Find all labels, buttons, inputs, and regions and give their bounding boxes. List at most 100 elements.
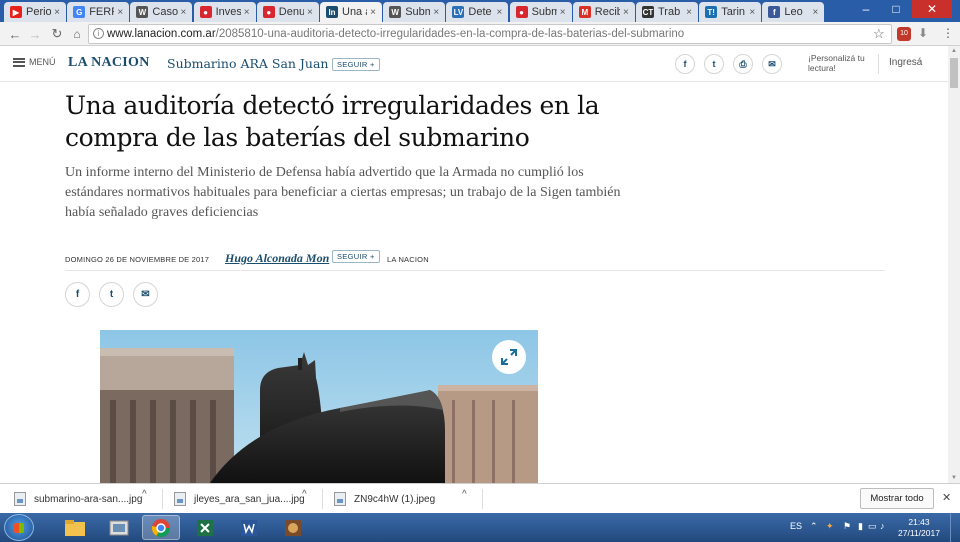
close-tab-icon[interactable]: ×: [433, 7, 439, 18]
clock-time: 21:43: [908, 517, 930, 527]
close-tab-icon[interactable]: ×: [560, 7, 566, 18]
close-window-button[interactable]: ✕: [912, 0, 952, 18]
browser-tab[interactable]: W Caso ×: [130, 2, 193, 22]
start-button[interactable]: [4, 514, 34, 541]
download-item-1[interactable]: submarino-ara-san....jpg: [14, 489, 142, 509]
maximize-button[interactable]: □: [882, 0, 910, 18]
download-item-2[interactable]: jleyes_ara_san_jua....jpg: [174, 489, 305, 509]
close-tab-icon[interactable]: ×: [813, 7, 819, 18]
browser-tab[interactable]: CT Trab ×: [636, 2, 698, 22]
twitter-icon[interactable]: t: [704, 54, 724, 74]
site-logo[interactable]: LA NACION: [68, 55, 150, 71]
close-download-bar-icon[interactable]: ✕: [942, 491, 951, 504]
show-desktop-button[interactable]: [950, 513, 960, 542]
download-options-chevron-icon[interactable]: ^: [302, 489, 307, 500]
word-icon: [241, 519, 257, 536]
network-icon[interactable]: ▭: [868, 521, 877, 532]
address-bar[interactable]: i www.lanacion.com.ar/2085810-una-audito…: [88, 24, 892, 44]
game-taskbar-icon[interactable]: [274, 515, 312, 540]
browser-tab[interactable]: ln Una a×: [320, 2, 382, 22]
print-icon[interactable]: ⎙: [733, 54, 753, 74]
forward-icon[interactable]: →: [26, 25, 44, 43]
menu-button[interactable]: MENÚ: [13, 57, 56, 67]
language-indicator[interactable]: ES: [790, 521, 802, 531]
close-tab-icon[interactable]: ×: [307, 7, 313, 18]
browser-tab[interactable]: W Subm ×: [383, 2, 446, 22]
follow-author-button[interactable]: SEGUIR +: [332, 250, 380, 263]
browser-menu-icon[interactable]: ⋮: [942, 26, 954, 40]
close-tab-icon[interactable]: ×: [749, 7, 755, 18]
bookmark-star-icon[interactable]: ☆: [873, 26, 885, 42]
chrome-taskbar-icon[interactable]: [142, 515, 180, 540]
extension-icon[interactable]: 10: [897, 27, 911, 41]
word-taskbar-icon[interactable]: [230, 515, 268, 540]
personalize-link[interactable]: ¡Personalizá tu lectura!: [808, 53, 872, 73]
browser-tab[interactable]: ● Denu ×: [256, 2, 319, 22]
scroll-up-icon[interactable]: ▲: [951, 48, 957, 54]
tab-label: Recib: [594, 6, 620, 18]
show-hidden-icons[interactable]: ⌃: [810, 521, 818, 532]
browser-tab[interactable]: f Leo ×: [762, 2, 825, 22]
home-icon[interactable]: ⌂: [68, 25, 86, 43]
browser-tab[interactable]: LV Dete ×: [446, 2, 509, 22]
system-clock[interactable]: 21:43 27/11/2017: [898, 517, 940, 539]
close-tab-icon[interactable]: ×: [181, 7, 187, 18]
close-tab-icon[interactable]: ×: [370, 7, 376, 18]
tab-label: FERR: [89, 6, 114, 18]
login-link[interactable]: Ingresá: [889, 57, 922, 68]
mail-icon[interactable]: ✉: [762, 54, 782, 74]
close-tab-icon[interactable]: ×: [686, 7, 692, 18]
close-tab-icon[interactable]: ×: [54, 7, 60, 18]
browser-tab[interactable]: GFERR×: [67, 2, 130, 22]
download-item-3[interactable]: ZN9c4hW (1).jpeg: [334, 489, 435, 509]
scroll-thumb[interactable]: [950, 58, 958, 88]
tab-label: Denu: [278, 6, 304, 18]
close-tab-icon[interactable]: ×: [244, 7, 250, 18]
download-extension-icon[interactable]: ⬇: [918, 26, 928, 40]
article-photo[interactable]: [100, 330, 538, 483]
tray-app-icon[interactable]: ✦: [826, 521, 834, 532]
browser-tab[interactable]: ● Inves ×: [193, 2, 256, 22]
close-tab-icon[interactable]: ×: [117, 7, 123, 18]
download-separator: [322, 489, 323, 509]
wikipedia-icon: W: [136, 6, 149, 18]
section-title[interactable]: Submarino ARA San Juan: [167, 56, 329, 71]
download-bar: submarino-ara-san....jpg ^ jleyes_ara_sa…: [0, 483, 960, 513]
author-link[interactable]: Hugo Alconada Mon: [225, 251, 329, 266]
lavoz-icon: LV: [452, 6, 465, 18]
page-scrollbar[interactable]: ▲ ▼: [948, 46, 960, 483]
facebook-icon[interactable]: f: [675, 54, 695, 74]
share-twitter-icon[interactable]: t: [99, 282, 124, 307]
follow-section-button[interactable]: SEGUIR +: [332, 58, 380, 71]
close-tab-icon[interactable]: ×: [623, 7, 629, 18]
share-mail-icon[interactable]: ✉: [133, 282, 158, 307]
download-separator: [162, 489, 163, 509]
info-icon[interactable]: i: [93, 28, 104, 39]
ambito-icon: ●: [199, 6, 212, 18]
excel-icon: [197, 519, 213, 536]
youtube-icon: ▶: [10, 6, 22, 18]
browser-tab[interactable]: ● Subm ×: [509, 2, 572, 22]
download-options-chevron-icon[interactable]: ^: [142, 489, 147, 500]
show-all-downloads-button[interactable]: Mostrar todo: [860, 488, 934, 509]
back-icon[interactable]: ←: [6, 25, 24, 43]
media-player-icon[interactable]: [100, 515, 138, 540]
browser-tab[interactable]: ▶ Perio ×: [4, 2, 66, 22]
battery-icon[interactable]: ▮: [858, 521, 863, 532]
action-center-flag-icon[interactable]: ⚑: [843, 521, 851, 532]
expand-photo-icon[interactable]: [492, 340, 526, 374]
browser-tab[interactable]: M Recib ×: [572, 2, 635, 22]
volume-icon[interactable]: ♪: [880, 521, 885, 531]
download-options-chevron-icon[interactable]: ^: [462, 489, 467, 500]
url-host: www.lanacion.com.ar: [107, 28, 216, 40]
tab-label: Una a: [342, 6, 367, 18]
explorer-icon[interactable]: [56, 515, 94, 540]
close-tab-icon[interactable]: ×: [497, 7, 503, 18]
minimize-button[interactable]: –: [852, 0, 880, 18]
excel-taskbar-icon[interactable]: [186, 515, 224, 540]
reload-icon[interactable]: ↻: [48, 25, 66, 43]
share-facebook-icon[interactable]: f: [65, 282, 90, 307]
browser-tab[interactable]: T! Tarin ×: [699, 2, 762, 22]
header-divider: [878, 54, 879, 74]
scroll-down-icon[interactable]: ▼: [951, 475, 957, 481]
